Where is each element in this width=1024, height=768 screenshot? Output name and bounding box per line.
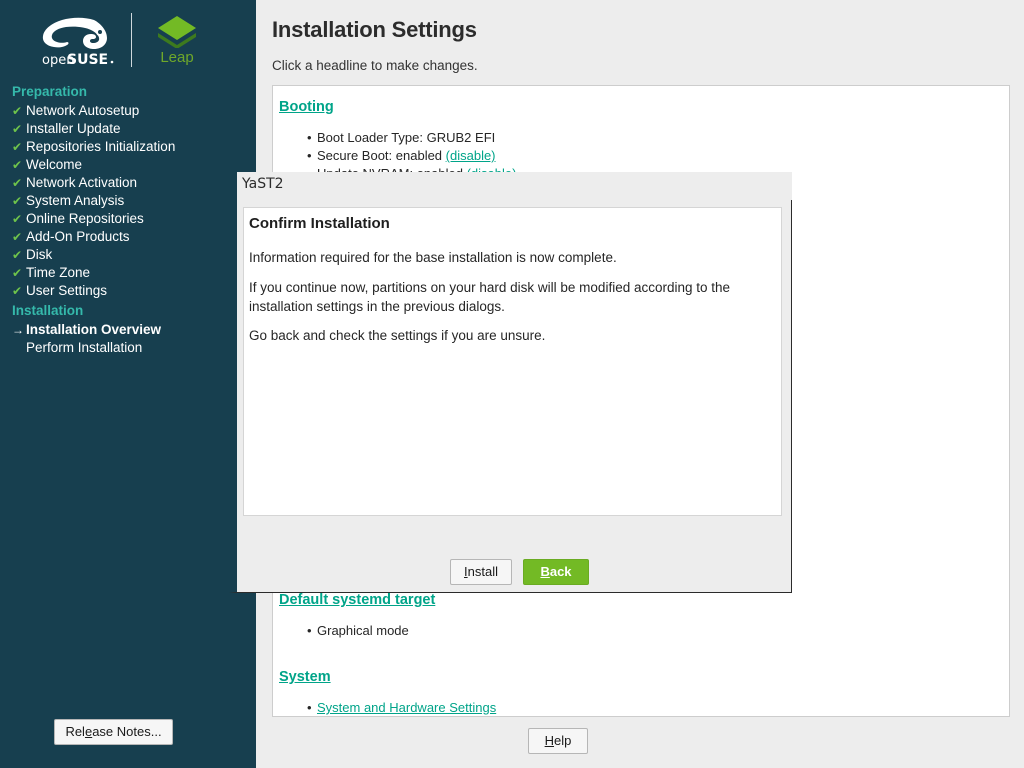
branding-bar: open SUSE Leap [0,0,256,78]
leap-label: Leap [160,49,194,66]
sidebar-item-system-analysis[interactable]: ✔ System Analysis [0,192,256,210]
arrow-right-icon: → [12,323,24,337]
dialog-window-title: YaST2 [242,176,284,192]
leap-edition-logo: Leap [151,14,203,68]
sidebar-item-label: Repositories Initialization [26,139,176,154]
sidebar-item-label: User Settings [26,283,108,298]
dialog-paragraph-1: Information required for the base instal… [249,250,617,265]
sidebar-item-disk[interactable]: ✔ Disk [0,246,256,264]
dialog-content-panel: Confirm Installation Information require… [243,207,782,516]
sidebar-item-time-zone[interactable]: ✔ Time Zone [0,264,256,282]
dialog-paragraph-3: Go back and check the settings if you ar… [249,328,546,343]
sidebar-item-label: Add-On Products [26,229,130,244]
dialog-heading: Confirm Installation [249,215,390,232]
settings-section: System System and Hardware Settings [279,668,496,716]
sidebar-item-label: System Analysis [26,193,125,208]
page-subtitle: Click a headline to make changes. [272,58,478,73]
check-icon: ✔ [12,104,23,118]
dialog-back-button[interactable]: Back [523,559,589,585]
dialog-install-button[interactable]: Install [450,559,512,585]
sidebar-item-label: Installer Update [26,121,121,136]
sidebar-item-label: Installation Overview [26,322,162,337]
section-heading-booting[interactable]: Booting [279,99,334,115]
release-notes-button[interactable]: Release Notes... [54,719,173,745]
check-icon: ✔ [12,176,23,190]
check-icon: ✔ [12,158,23,172]
section-item: System and Hardware Settings [279,699,496,716]
settings-section: Default systemd target Graphical mode [279,591,435,640]
check-icon: ✔ [12,284,23,298]
installer-sidebar: open SUSE Leap Preparation ✔ Network Autos… [0,0,256,768]
settings-section: Booting Boot Loader Type: GRUB2 EFISecure… [279,98,516,183]
sidebar-item-installation-overview[interactable]: → Installation Overview [0,321,256,339]
dialog-paragraph-2: If you continue now, partitions on your … [249,280,731,314]
sidebar-item-label: Welcome [26,157,83,172]
sidebar-item-label: Disk [26,247,53,262]
sidebar-item-installer-update[interactable]: ✔ Installer Update [0,120,256,138]
sidebar-item-label: Network Autosetup [26,103,140,118]
check-icon: ✔ [12,230,23,244]
sidebar-item-label: Online Repositories [26,211,144,226]
sidebar-item-label: Perform Installation [26,340,143,355]
sidebar-item-network-autosetup[interactable]: ✔ Network Autosetup [0,102,256,120]
check-icon: ✔ [12,194,23,208]
help-button[interactable]: Help [528,728,588,754]
sidebar-item-network-activation[interactable]: ✔ Network Activation [0,174,256,192]
opensuse-chameleon-logo: open SUSE [32,12,120,68]
check-icon: ✔ [12,248,23,262]
section-item: Boot Loader Type: GRUB2 EFI [279,129,516,147]
sidebar-item-welcome[interactable]: ✔ Welcome [0,156,256,174]
section-item-link[interactable]: System and Hardware Settings [317,700,496,715]
section-items: Graphical mode [279,622,435,640]
sidebar-item-perform-installation[interactable]: Perform Installation [0,339,256,357]
sidebar-item-repositories-initialization[interactable]: ✔ Repositories Initialization [0,138,256,156]
section-item: Graphical mode [279,622,435,640]
leap-diamond-icon [158,16,196,48]
sidebar-section-installation: Installation [12,303,84,318]
sidebar-section-preparation: Preparation [12,84,88,99]
check-icon: ✔ [12,140,23,154]
logo-divider [131,13,132,67]
section-item: Secure Boot: enabled (disable) [279,147,516,165]
check-icon: ✔ [12,266,23,280]
sidebar-item-label: Network Activation [26,175,138,190]
sidebar-item-user-settings[interactable]: ✔ User Settings [0,282,256,300]
check-icon: ✔ [12,122,23,136]
sidebar-item-add-on-products[interactable]: ✔ Add-On Products [0,228,256,246]
svg-text:SUSE: SUSE [67,52,108,68]
dialog-titlebar: YaST2 [237,172,792,200]
section-items: System and Hardware Settings [279,699,496,716]
section-item-link[interactable]: (disable) [446,148,496,163]
section-heading-default-systemd-target[interactable]: Default systemd target [279,592,435,608]
check-icon: ✔ [12,212,23,226]
sidebar-item-label: Time Zone [26,265,91,280]
confirm-installation-dialog: YaST2 Confirm Installation Information r… [229,172,792,593]
installer-steps-list: Preparation ✔ Network Autosetup ✔ Installer … [0,81,256,357]
section-heading-system[interactable]: System [279,669,331,685]
page-title: Installation Settings [272,17,477,42]
sidebar-item-online-repositories[interactable]: ✔ Online Repositories [0,210,256,228]
